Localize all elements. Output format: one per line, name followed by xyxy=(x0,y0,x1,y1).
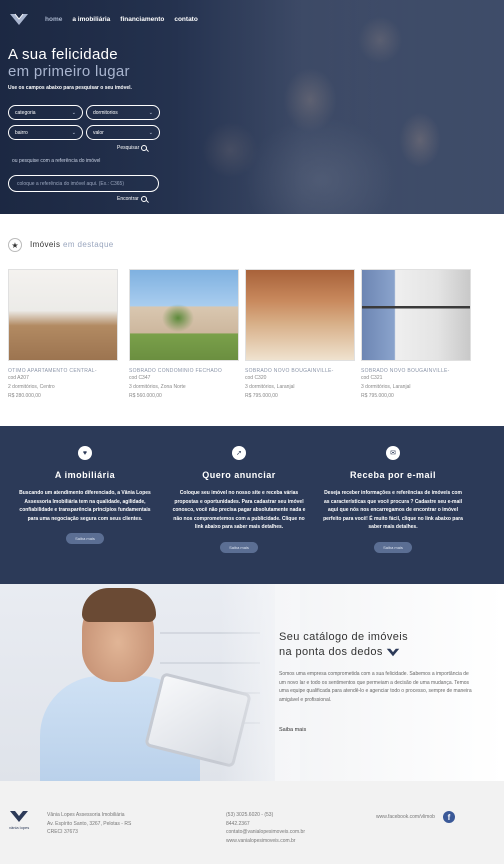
reference-hint: ou pesquise com a referência do imóvel xyxy=(12,158,101,164)
main-nav: home a imobiliária financiamento contato xyxy=(45,16,198,23)
facebook-link[interactable]: www.facebook.com/vlimob xyxy=(376,814,435,820)
hero-subtitle: em primeiro lugar xyxy=(8,63,130,80)
nav-contato[interactable]: contato xyxy=(174,16,197,23)
info-column-anunciar: ➚ Quero anunciar Coloque seu imóvel no n… xyxy=(169,426,309,554)
saiba-mais-button[interactable]: Saiba mais xyxy=(374,541,412,553)
find-button[interactable]: Encontrar xyxy=(117,196,147,202)
cursor-icon: ➚ xyxy=(232,446,246,460)
search-icon xyxy=(141,145,148,151)
property-photo[interactable] xyxy=(8,269,118,361)
nav-financiamento[interactable]: financiamento xyxy=(120,16,164,23)
bairro-select[interactable]: bairro ⌄ xyxy=(8,125,83,140)
property-card[interactable]: SOBRADO NOVO BOUGAINVILLE- cod C320 3 do… xyxy=(245,269,355,399)
property-card[interactable]: OTIMO APARTAMENTO CENTRAL- cod A207 2 do… xyxy=(8,269,118,399)
facebook-icon[interactable]: f xyxy=(442,811,455,823)
dormitorios-select[interactable]: dormitorios ⌄ xyxy=(86,105,160,120)
mail-icon: ✉ xyxy=(386,446,400,460)
heart-icon: ♥ xyxy=(78,446,92,460)
promo-title: Seu catálogo de imóveis na ponta dos ded… xyxy=(279,631,409,658)
valor-select[interactable]: valor ⌄ xyxy=(86,125,160,140)
chevron-down-icon: ⌄ xyxy=(148,130,153,136)
chevron-down-icon: ⌄ xyxy=(148,110,153,116)
categoria-select[interactable]: categoria ⌄ xyxy=(8,105,83,120)
featured-title: Imóveis em destaque xyxy=(30,240,114,249)
info-column-email: ✉ Receba por e-mail Deseja receber infor… xyxy=(323,426,463,554)
logo-icon[interactable] xyxy=(9,13,29,26)
search-icon xyxy=(140,196,147,202)
hero-title: A sua felicidade xyxy=(8,46,118,63)
nav-imobiliaria[interactable]: a imobiliária xyxy=(72,16,110,23)
star-icon: ★ xyxy=(8,238,22,252)
chevron-down-icon: ⌄ xyxy=(71,130,76,136)
promo-saiba-mais-link[interactable]: Saiba mais xyxy=(279,727,306,733)
email-link[interactable]: contato@vanialopesimoveis.com.br xyxy=(226,828,305,837)
footer-contact: (53) 3025.6020 - (53) 8442.2367 contato@… xyxy=(226,812,306,846)
promo-text: Somos uma empresa comprometida com a sua… xyxy=(279,671,472,703)
saiba-mais-button[interactable]: Saiba mais xyxy=(66,533,104,544)
saiba-mais-button[interactable]: Saiba mais xyxy=(220,541,258,553)
property-photo[interactable] xyxy=(361,269,471,361)
info-band: ♥ A imobiliária Buscando um atendimento … xyxy=(0,426,504,584)
logo-icon xyxy=(10,811,28,822)
footer-social: www.facebook.com/vlimob f xyxy=(376,811,455,823)
footer-address: Vânia Lopes Assessoria Imobiliária Av. E… xyxy=(47,812,132,835)
property-photo[interactable] xyxy=(129,269,239,361)
search-hint: Use os campos abaixo para pesquisar o se… xyxy=(8,85,132,91)
nav-home[interactable]: home xyxy=(45,16,62,23)
reference-input[interactable] xyxy=(8,175,159,192)
footer-logo[interactable]: vânia lopes xyxy=(9,810,33,830)
property-card[interactable]: SOBRADO CONDOMINIO FECHADO cod C347 3 do… xyxy=(129,269,239,399)
property-photo[interactable] xyxy=(245,269,355,361)
info-column-imobiliaria: ♥ A imobiliária Buscando um atendimento … xyxy=(15,426,155,545)
logo-icon xyxy=(386,648,400,656)
site-link[interactable]: www.vanialopesimoveis.com.br xyxy=(226,837,305,846)
search-button[interactable]: Pesquisar xyxy=(117,145,148,151)
property-card[interactable]: SOBRADO NOVO BOUGAINVILLE- cod C321 3 do… xyxy=(361,269,471,399)
chevron-down-icon: ⌄ xyxy=(71,110,76,116)
